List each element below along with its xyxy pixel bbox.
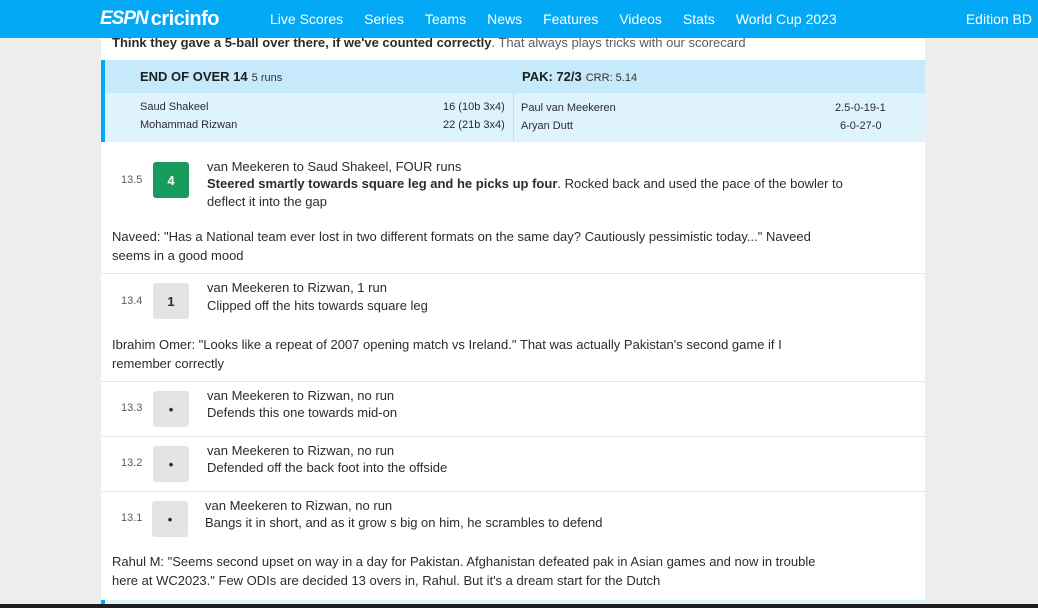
bowler-figures: 6-0-27-0 bbox=[840, 120, 882, 132]
ball-number: 13.3 bbox=[121, 402, 143, 414]
end-of-over-summary: END OF OVER 14 5 runs PAK: 72/3 CRR: 5.14 … bbox=[101, 60, 925, 142]
ball-description: Clipped off the hits towards square leg bbox=[207, 298, 428, 313]
batter-stats: 22 (21b 3x4) bbox=[443, 119, 505, 131]
reader-comment: Naveed: "Has a National team ever lost i… bbox=[112, 229, 811, 263]
current-run-rate: CRR: 5.14 bbox=[585, 72, 638, 84]
nav-news[interactable]: News bbox=[487, 11, 522, 27]
ball-description: Steered smartly towards square leg and h… bbox=[207, 175, 867, 211]
nav-live-scores[interactable]: Live Scores bbox=[270, 11, 343, 27]
teaser-comment: Think they gave a 5-ball over there, if … bbox=[112, 38, 746, 50]
over-summary-header: END OF OVER 14 5 runs PAK: 72/3 CRR: 5.14 bbox=[105, 60, 925, 93]
row-divider bbox=[101, 273, 925, 274]
nav-world-cup-2023[interactable]: World Cup 2023 bbox=[736, 11, 837, 27]
nav-series[interactable]: Series bbox=[364, 11, 404, 27]
ball-title: van Meekeren to Rizwan, no run bbox=[205, 498, 393, 513]
edition-selector[interactable]: Edition BD bbox=[966, 0, 1032, 38]
ball-title: van Meekeren to Rizwan, 1 run bbox=[207, 280, 387, 295]
espncricinfo-logo[interactable]: ESPN cricinfo bbox=[100, 6, 220, 32]
team-score: PAK: 72/3 CRR: 5.14 bbox=[522, 69, 637, 84]
row-divider bbox=[101, 436, 925, 437]
ball-result-badge: • bbox=[153, 446, 189, 482]
logo-espn: ESPN bbox=[100, 8, 149, 29]
teaser-rest: . That always plays tricks with our scor… bbox=[491, 38, 746, 50]
bowler-name[interactable]: Aryan Dutt bbox=[521, 120, 573, 132]
commentary-panel: Think they gave a 5-ball over there, if … bbox=[101, 38, 925, 608]
summary-divider bbox=[513, 93, 514, 142]
nav-videos[interactable]: Videos bbox=[619, 11, 662, 27]
reader-comment: Ibrahim Omer: "Looks like a repeat of 20… bbox=[112, 337, 782, 371]
ball-number: 13.1 bbox=[121, 512, 143, 524]
nav-menu: Live Scores Series Teams News Features V… bbox=[270, 0, 858, 38]
nav-stats[interactable]: Stats bbox=[683, 11, 715, 27]
ball-title: van Meekeren to Rizwan, no run bbox=[207, 443, 395, 458]
row-divider bbox=[101, 491, 925, 492]
ball-description: Defended off the back foot into the offs… bbox=[207, 460, 448, 475]
teaser-bold: Think they gave a 5-ball over there, if … bbox=[112, 38, 492, 50]
team-score-text: PAK: 72/3 bbox=[522, 69, 582, 84]
ball-title: van Meekeren to Rizwan, no run bbox=[207, 388, 395, 403]
batter-stats: 16 (10b 3x4) bbox=[443, 101, 505, 113]
reader-comment: Rahul M: "Seems second upset on way in a… bbox=[112, 554, 816, 588]
ball-result-badge: • bbox=[152, 501, 188, 537]
row-divider bbox=[101, 381, 925, 382]
batter-name[interactable]: Mohammad Rizwan bbox=[140, 119, 237, 131]
window-bottom-edge bbox=[0, 604, 1038, 608]
ball-title: van Meekeren to Saud Shakeel, FOUR runs bbox=[207, 159, 462, 174]
nav-teams[interactable]: Teams bbox=[425, 11, 466, 27]
over-title-text: END OF OVER 14 bbox=[140, 69, 248, 84]
nav-features[interactable]: Features bbox=[543, 11, 598, 27]
ball-number: 13.2 bbox=[121, 457, 143, 469]
ball-number: 13.5 bbox=[121, 174, 143, 186]
ball-result-badge: 4 bbox=[153, 162, 189, 198]
ball-result-badge: • bbox=[153, 391, 189, 427]
over-runs: 5 runs bbox=[251, 72, 283, 84]
ball-result-badge: 1 bbox=[153, 283, 189, 319]
ball-description: Defends this one towards mid-on bbox=[207, 405, 398, 420]
logo-cricinfo: cricinfo bbox=[150, 7, 220, 30]
batter-name[interactable]: Saud Shakeel bbox=[140, 101, 209, 113]
right-gutter bbox=[925, 38, 1038, 608]
over-title: END OF OVER 14 5 runs bbox=[140, 69, 282, 84]
ball-number: 13.4 bbox=[121, 295, 143, 307]
bowler-figures: 2.5-0-19-1 bbox=[835, 102, 886, 114]
bowler-name[interactable]: Paul van Meekeren bbox=[521, 102, 616, 114]
ball-description: Bangs it in short, and as it grow s big … bbox=[205, 515, 603, 530]
ball-description-bold: Steered smartly towards square leg and h… bbox=[207, 176, 558, 191]
top-navbar: ESPN cricinfo Live Scores Series Teams N… bbox=[0, 0, 1038, 38]
